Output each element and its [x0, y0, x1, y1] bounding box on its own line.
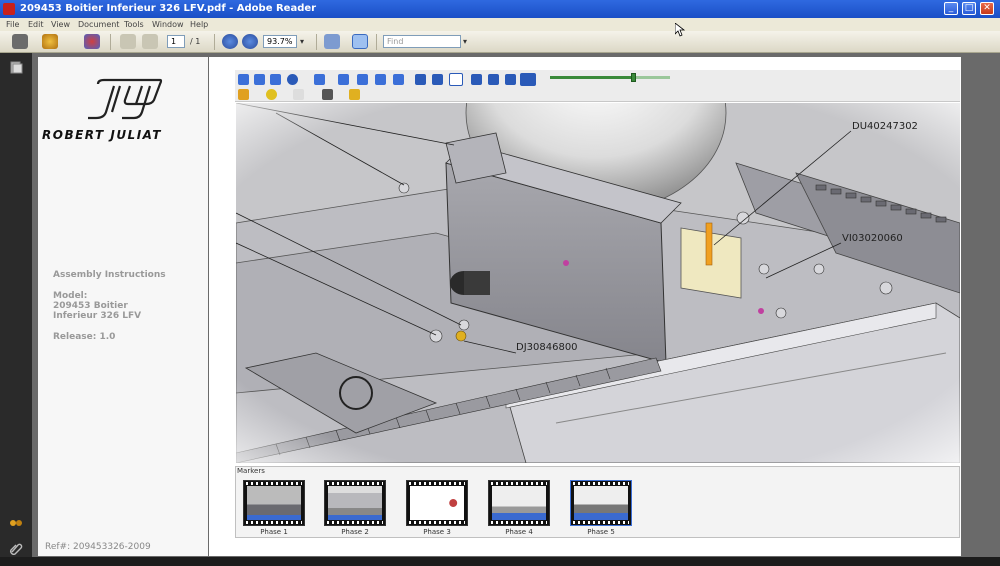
zoom-out-icon[interactable]	[222, 34, 238, 49]
reference-number: Ref#: 209453326-2009	[45, 542, 151, 552]
paperclip-icon[interactable]	[9, 542, 23, 555]
find-dropdown-icon[interactable]: ▾	[463, 35, 467, 48]
phase-2-label: Phase 2	[341, 528, 369, 536]
light-icon[interactable]	[266, 89, 277, 100]
adobe-reader-window: 209453 Boitier Inferieur 326 LFV.pdf - A…	[0, 0, 1000, 566]
zoom-level-field[interactable]: 93.7%	[263, 35, 297, 48]
toolbar-separator	[376, 34, 377, 50]
zoom-dropdown-icon[interactable]: ▾	[300, 35, 304, 48]
move-icon[interactable]	[322, 89, 333, 100]
full-screen-icon[interactable]	[352, 34, 368, 49]
phase-4-label: Phase 4	[505, 528, 533, 536]
toolbar-separator	[316, 34, 317, 50]
menu-bar: File Edit View Document Tools Window Hel…	[0, 18, 1000, 31]
animation-slider-knob[interactable]	[631, 73, 636, 82]
model-line-1: 209453 Boitier	[53, 301, 128, 311]
measure-icon[interactable]	[349, 89, 360, 100]
tool-icon[interactable]	[238, 89, 249, 100]
animation-slider-fill	[550, 76, 634, 79]
previous-page-icon[interactable]	[120, 34, 136, 49]
pages-icon[interactable]	[9, 61, 23, 74]
brand-name: ROBERT JULIAT	[42, 128, 162, 142]
rotate-icon[interactable]	[270, 74, 281, 85]
main-toolbar: 1 / 1 93.7% ▾ Find ▾	[0, 31, 1000, 53]
close-button[interactable]: ✕	[980, 2, 994, 15]
attachments-icon[interactable]	[9, 517, 23, 530]
zoom-in-icon[interactable]	[242, 34, 258, 49]
menu-window[interactable]: Window	[152, 18, 184, 31]
menu-tools[interactable]: Tools	[124, 18, 144, 31]
minimize-button[interactable]: _	[944, 2, 958, 15]
menu-edit[interactable]: Edit	[28, 18, 44, 31]
status-bar	[0, 557, 1000, 566]
explode-icon-3[interactable]	[375, 74, 386, 85]
phase-1-label: Phase 1	[260, 528, 288, 536]
info-icon[interactable]	[287, 74, 298, 85]
step-back-icon[interactable]	[432, 74, 443, 85]
toolbar-separator	[214, 34, 215, 50]
print-icon[interactable]	[12, 34, 28, 49]
toolbar-separator	[110, 34, 111, 50]
menu-help[interactable]: Help	[190, 18, 208, 31]
3d-model-viewport[interactable]	[236, 103, 960, 463]
play-icon[interactable]	[449, 73, 463, 86]
phase-2-thumbnail[interactable]	[324, 480, 386, 526]
explode-icon-1[interactable]	[338, 74, 349, 85]
phase-3-label: Phase 3	[423, 528, 451, 536]
phase-4-thumbnail[interactable]	[488, 480, 550, 526]
pdf-icon	[3, 3, 15, 15]
fit-page-icon[interactable]	[324, 34, 340, 49]
model-line-2: Inferieur 326 LFV	[53, 311, 142, 321]
background-icon[interactable]	[293, 89, 304, 100]
menu-file[interactable]: File	[6, 18, 19, 31]
next-page-icon[interactable]	[142, 34, 158, 49]
stop-icon[interactable]	[488, 74, 499, 85]
view-3d-icon[interactable]	[238, 74, 249, 85]
first-frame-icon[interactable]	[415, 74, 426, 85]
collaborate-icon[interactable]	[84, 34, 100, 49]
explode-icon-2[interactable]	[357, 74, 368, 85]
part-callout-dj30846800[interactable]: DJ30846800	[516, 342, 578, 353]
tree-view-icon[interactable]	[254, 74, 265, 85]
mouse-cursor-icon	[675, 23, 685, 37]
window-title: 209453 Boitier Inferieur 326 LFV.pdf - A…	[20, 3, 317, 14]
release-label: Release: 1.0	[53, 332, 116, 342]
phase-5-thumbnail[interactable]	[570, 480, 632, 526]
robert-juliat-logo	[88, 78, 163, 120]
email-icon[interactable]	[42, 34, 58, 49]
title-bar: 209453 Boitier Inferieur 326 LFV.pdf - A…	[0, 0, 1000, 18]
model-label: Model:	[53, 291, 88, 301]
part-callout-vi03020060[interactable]: VI03020060	[842, 233, 903, 244]
maximize-button[interactable]: □	[962, 2, 976, 15]
phase-3-thumbnail[interactable]	[406, 480, 468, 526]
menu-view[interactable]: View	[51, 18, 70, 31]
home-view-icon[interactable]	[314, 74, 325, 85]
navigation-panel	[0, 53, 32, 566]
step-forward-icon[interactable]	[505, 74, 516, 85]
markers-label: Markers	[237, 467, 265, 475]
explode-icon-4[interactable]	[393, 74, 404, 85]
speed-icon[interactable]	[520, 73, 536, 86]
part-callout-du40247302[interactable]: DU40247302	[852, 121, 918, 132]
3d-assembly-render	[236, 103, 960, 463]
section-title: Assembly Instructions	[53, 270, 166, 280]
phase-5-label: Phase 5	[587, 528, 615, 536]
page-number-field[interactable]: 1	[167, 35, 185, 48]
find-input[interactable]: Find	[383, 35, 461, 48]
menu-document[interactable]: Document	[78, 18, 119, 31]
pause-icon[interactable]	[471, 74, 482, 85]
page-total: / 1	[190, 37, 201, 46]
phase-1-thumbnail[interactable]	[243, 480, 305, 526]
